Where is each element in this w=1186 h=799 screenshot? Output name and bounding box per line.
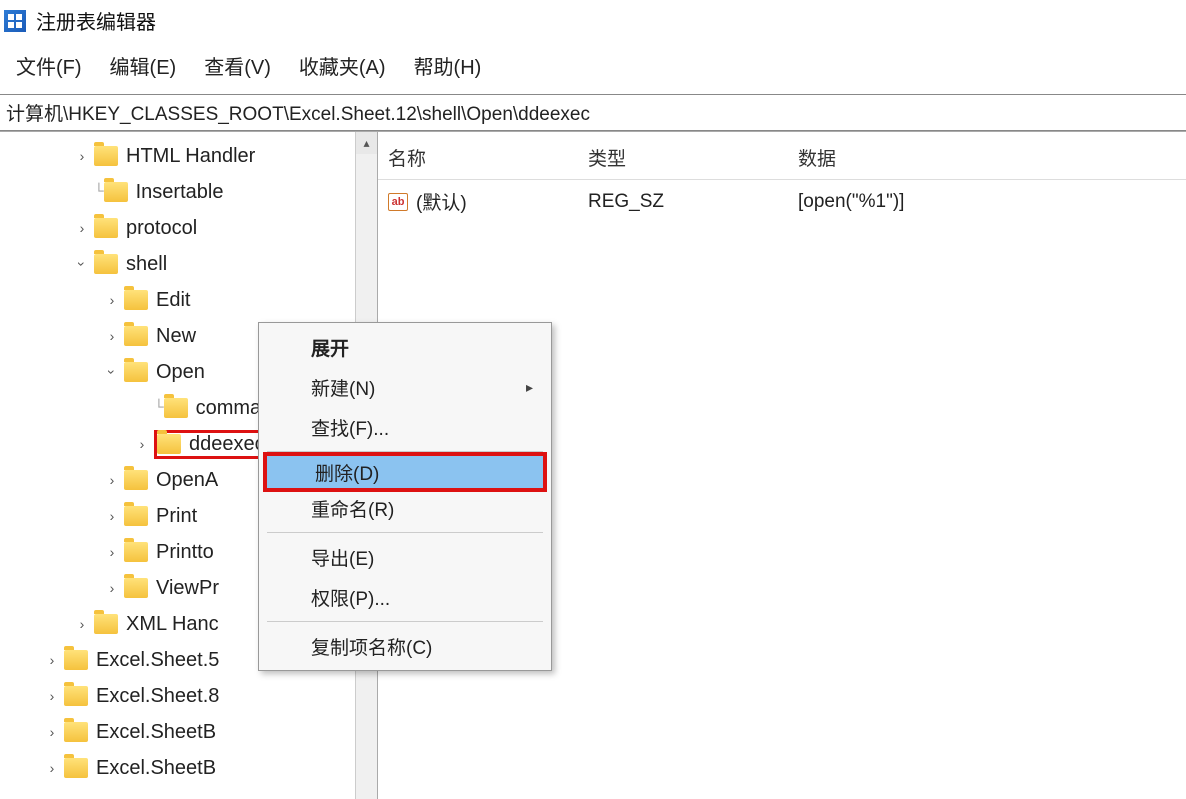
address-bar[interactable]: 计算机\HKEY_CLASSES_ROOT\Excel.Sheet.12\she… [0,94,1186,131]
col-type[interactable]: 类型 [588,144,798,171]
ctx-expand[interactable]: 展开 [259,327,551,367]
folder-icon [94,254,118,274]
folder-icon [124,506,148,526]
ctx-separator [267,532,543,533]
folder-icon [157,434,181,454]
folder-icon [124,578,148,598]
value-row-default[interactable]: ab (默认) REG_SZ [open("%1")] [378,180,1186,223]
folder-icon [64,686,88,706]
collapse-icon[interactable]: › [74,256,90,272]
expand-icon[interactable]: › [104,328,120,344]
expand-icon[interactable]: › [104,544,120,560]
menu-view[interactable]: 查看(V) [190,47,285,84]
scroll-up-icon[interactable] [356,132,377,154]
col-name[interactable]: 名称 [388,144,588,171]
tree-item-excel-sheetb-2[interactable]: ›Excel.SheetB [4,750,377,786]
folder-icon [124,542,148,562]
expand-icon[interactable]: › [104,508,120,524]
ctx-separator [267,621,543,622]
folder-icon [94,146,118,166]
folder-icon [124,326,148,346]
tree-item-excel-sheetb-1[interactable]: ›Excel.SheetB [4,714,377,750]
highlight-box: ddeexec [154,430,272,459]
folder-icon [124,290,148,310]
tree-item-protocol[interactable]: ›protocol [4,210,377,246]
value-type: REG_SZ [588,191,798,213]
col-data[interactable]: 数据 [798,144,1176,171]
ctx-copy-key-name[interactable]: 复制项名称(C) [259,626,551,666]
collapse-icon[interactable]: › [104,364,120,380]
ctx-new[interactable]: 新建(N) [259,367,551,407]
expand-icon[interactable]: › [74,220,90,236]
value-data: [open("%1")] [798,191,1176,213]
context-menu: 展开 新建(N) 查找(F)... 删除(D) 重命名(R) 导出(E) 权限(… [258,322,552,671]
tree-item-insertable[interactable]: ›└Insertable [4,174,377,210]
menu-file[interactable]: 文件(F) [2,47,96,84]
folder-icon [64,650,88,670]
folder-icon [94,614,118,634]
expand-icon[interactable]: › [104,580,120,596]
window-title: 注册表编辑器 [36,6,156,35]
expand-icon[interactable]: › [74,616,90,632]
ctx-delete[interactable]: 删除(D) [263,452,547,492]
title-bar: 注册表编辑器 [0,0,1186,41]
menu-edit[interactable]: 编辑(E) [96,47,191,84]
tree-item-html-handler[interactable]: ›HTML Handler [4,138,377,174]
folder-icon [104,182,128,202]
folder-icon [164,398,188,418]
folder-icon [64,722,88,742]
ctx-permissions[interactable]: 权限(P)... [259,577,551,617]
ctx-rename[interactable]: 重命名(R) [259,488,551,528]
string-value-icon: ab [388,193,408,211]
expand-icon[interactable]: › [44,724,60,740]
tree-item-excel-sheet-8[interactable]: ›Excel.Sheet.8 [4,678,377,714]
expand-icon[interactable]: › [44,652,60,668]
folder-icon [64,758,88,778]
menu-help[interactable]: 帮助(H) [400,47,496,84]
expand-icon[interactable]: › [134,436,150,452]
folder-icon [124,362,148,382]
regedit-icon [4,10,26,32]
folder-icon [94,218,118,238]
expand-icon[interactable]: › [104,292,120,308]
folder-icon [124,470,148,490]
tree-item-shell[interactable]: ›shell [4,246,377,282]
menu-bar: 文件(F) 编辑(E) 查看(V) 收藏夹(A) 帮助(H) [0,41,1186,94]
expand-icon[interactable]: › [44,688,60,704]
expand-icon[interactable]: › [104,472,120,488]
ctx-find[interactable]: 查找(F)... [259,407,551,447]
value-name: (默认) [416,188,467,215]
tree-item-edit[interactable]: ›Edit [4,282,377,318]
expand-icon[interactable]: › [74,148,90,164]
expand-icon[interactable]: › [44,760,60,776]
ctx-export[interactable]: 导出(E) [259,537,551,577]
menu-favorites[interactable]: 收藏夹(A) [285,47,400,84]
body: ›HTML Handler ›└Insertable ›protocol ›sh… [0,131,1186,799]
values-header: 名称 类型 数据 [378,136,1186,180]
